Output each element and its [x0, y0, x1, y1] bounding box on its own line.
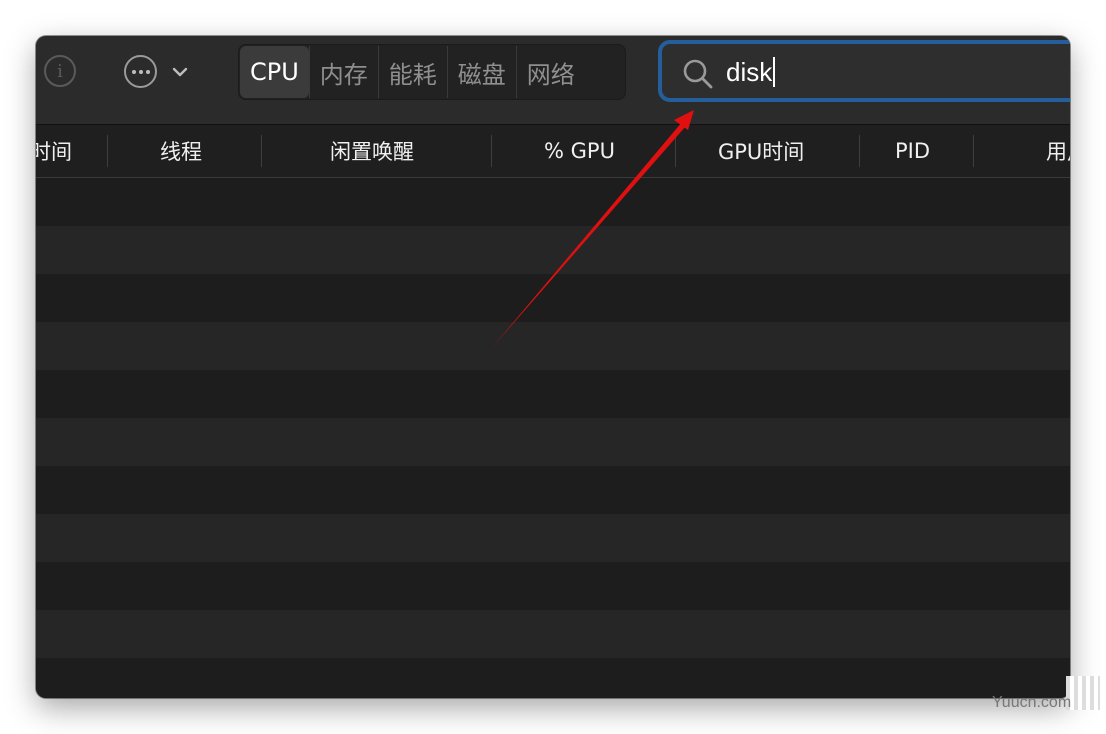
tab-cpu[interactable]: CPU	[240, 46, 309, 98]
column-divider[interactable]	[973, 135, 974, 167]
column-header-time[interactable]: 时间	[36, 125, 72, 177]
tab-label: 磁盘	[457, 60, 506, 89]
column-label: % GPU	[544, 139, 615, 163]
activity-monitor-window: i CPU 内存 能耗 磁盘 网络 disk 时间 线程 闲置唤醒 % GPU …	[36, 36, 1070, 698]
table-row	[36, 466, 1070, 514]
table-row	[36, 610, 1070, 658]
tab-label: 网络	[526, 60, 575, 89]
column-label: PID	[895, 139, 931, 163]
column-header-idle-wakeups[interactable]: 闲置唤醒	[330, 125, 414, 177]
chevron-down-icon[interactable]	[171, 63, 189, 81]
table-row	[36, 514, 1070, 562]
table-row	[36, 562, 1070, 610]
tab-energy[interactable]: 能耗	[377, 46, 447, 98]
table-row	[36, 370, 1070, 418]
view-tabs: CPU 内存 能耗 磁盘 网络	[238, 44, 626, 100]
process-list	[36, 178, 1070, 698]
search-field[interactable]: disk	[658, 40, 1070, 102]
search-icon	[683, 59, 713, 89]
column-header-user[interactable]: 用户	[1046, 125, 1070, 177]
column-divider[interactable]	[261, 135, 262, 167]
column-header-gpu-percent[interactable]: % GPU	[544, 125, 615, 177]
column-header-threads[interactable]: 线程	[160, 125, 202, 177]
text-caret	[773, 57, 776, 87]
column-header-gpu-time[interactable]: GPU时间	[718, 125, 804, 177]
search-value: disk	[726, 57, 773, 87]
tab-disk[interactable]: 磁盘	[446, 46, 516, 98]
tab-label: 能耗	[388, 60, 437, 89]
table-row	[36, 178, 1070, 226]
column-label: GPU时间	[718, 140, 805, 164]
column-label: 时间	[36, 140, 72, 164]
toolbar: i CPU 内存 能耗 磁盘 网络 disk	[36, 36, 1070, 125]
column-label: 用户	[1046, 140, 1070, 164]
column-divider[interactable]	[491, 135, 492, 167]
tab-label: 内存	[319, 60, 368, 89]
tab-network[interactable]: 网络	[515, 46, 585, 98]
column-divider[interactable]	[675, 135, 676, 167]
table-row	[36, 658, 1070, 698]
column-divider[interactable]	[107, 135, 108, 167]
column-label: 闲置唤醒	[330, 140, 414, 164]
tab-label: CPU	[250, 58, 299, 86]
ellipsis-circle-icon[interactable]	[124, 55, 157, 88]
search-input[interactable]: disk	[726, 57, 776, 88]
table-row	[36, 274, 1070, 322]
table-row	[36, 418, 1070, 466]
column-label: 线程	[160, 140, 202, 164]
column-divider[interactable]	[859, 135, 860, 167]
watermark-text: Yuucn.com	[992, 694, 1072, 711]
table-header: 时间 线程 闲置唤醒 % GPU GPU时间 PID 用户	[36, 125, 1070, 178]
table-row	[36, 226, 1070, 274]
table-row	[36, 322, 1070, 370]
column-header-pid[interactable]: PID	[895, 125, 930, 177]
tab-memory[interactable]: 内存	[308, 46, 378, 98]
info-icon[interactable]: i	[44, 55, 76, 87]
